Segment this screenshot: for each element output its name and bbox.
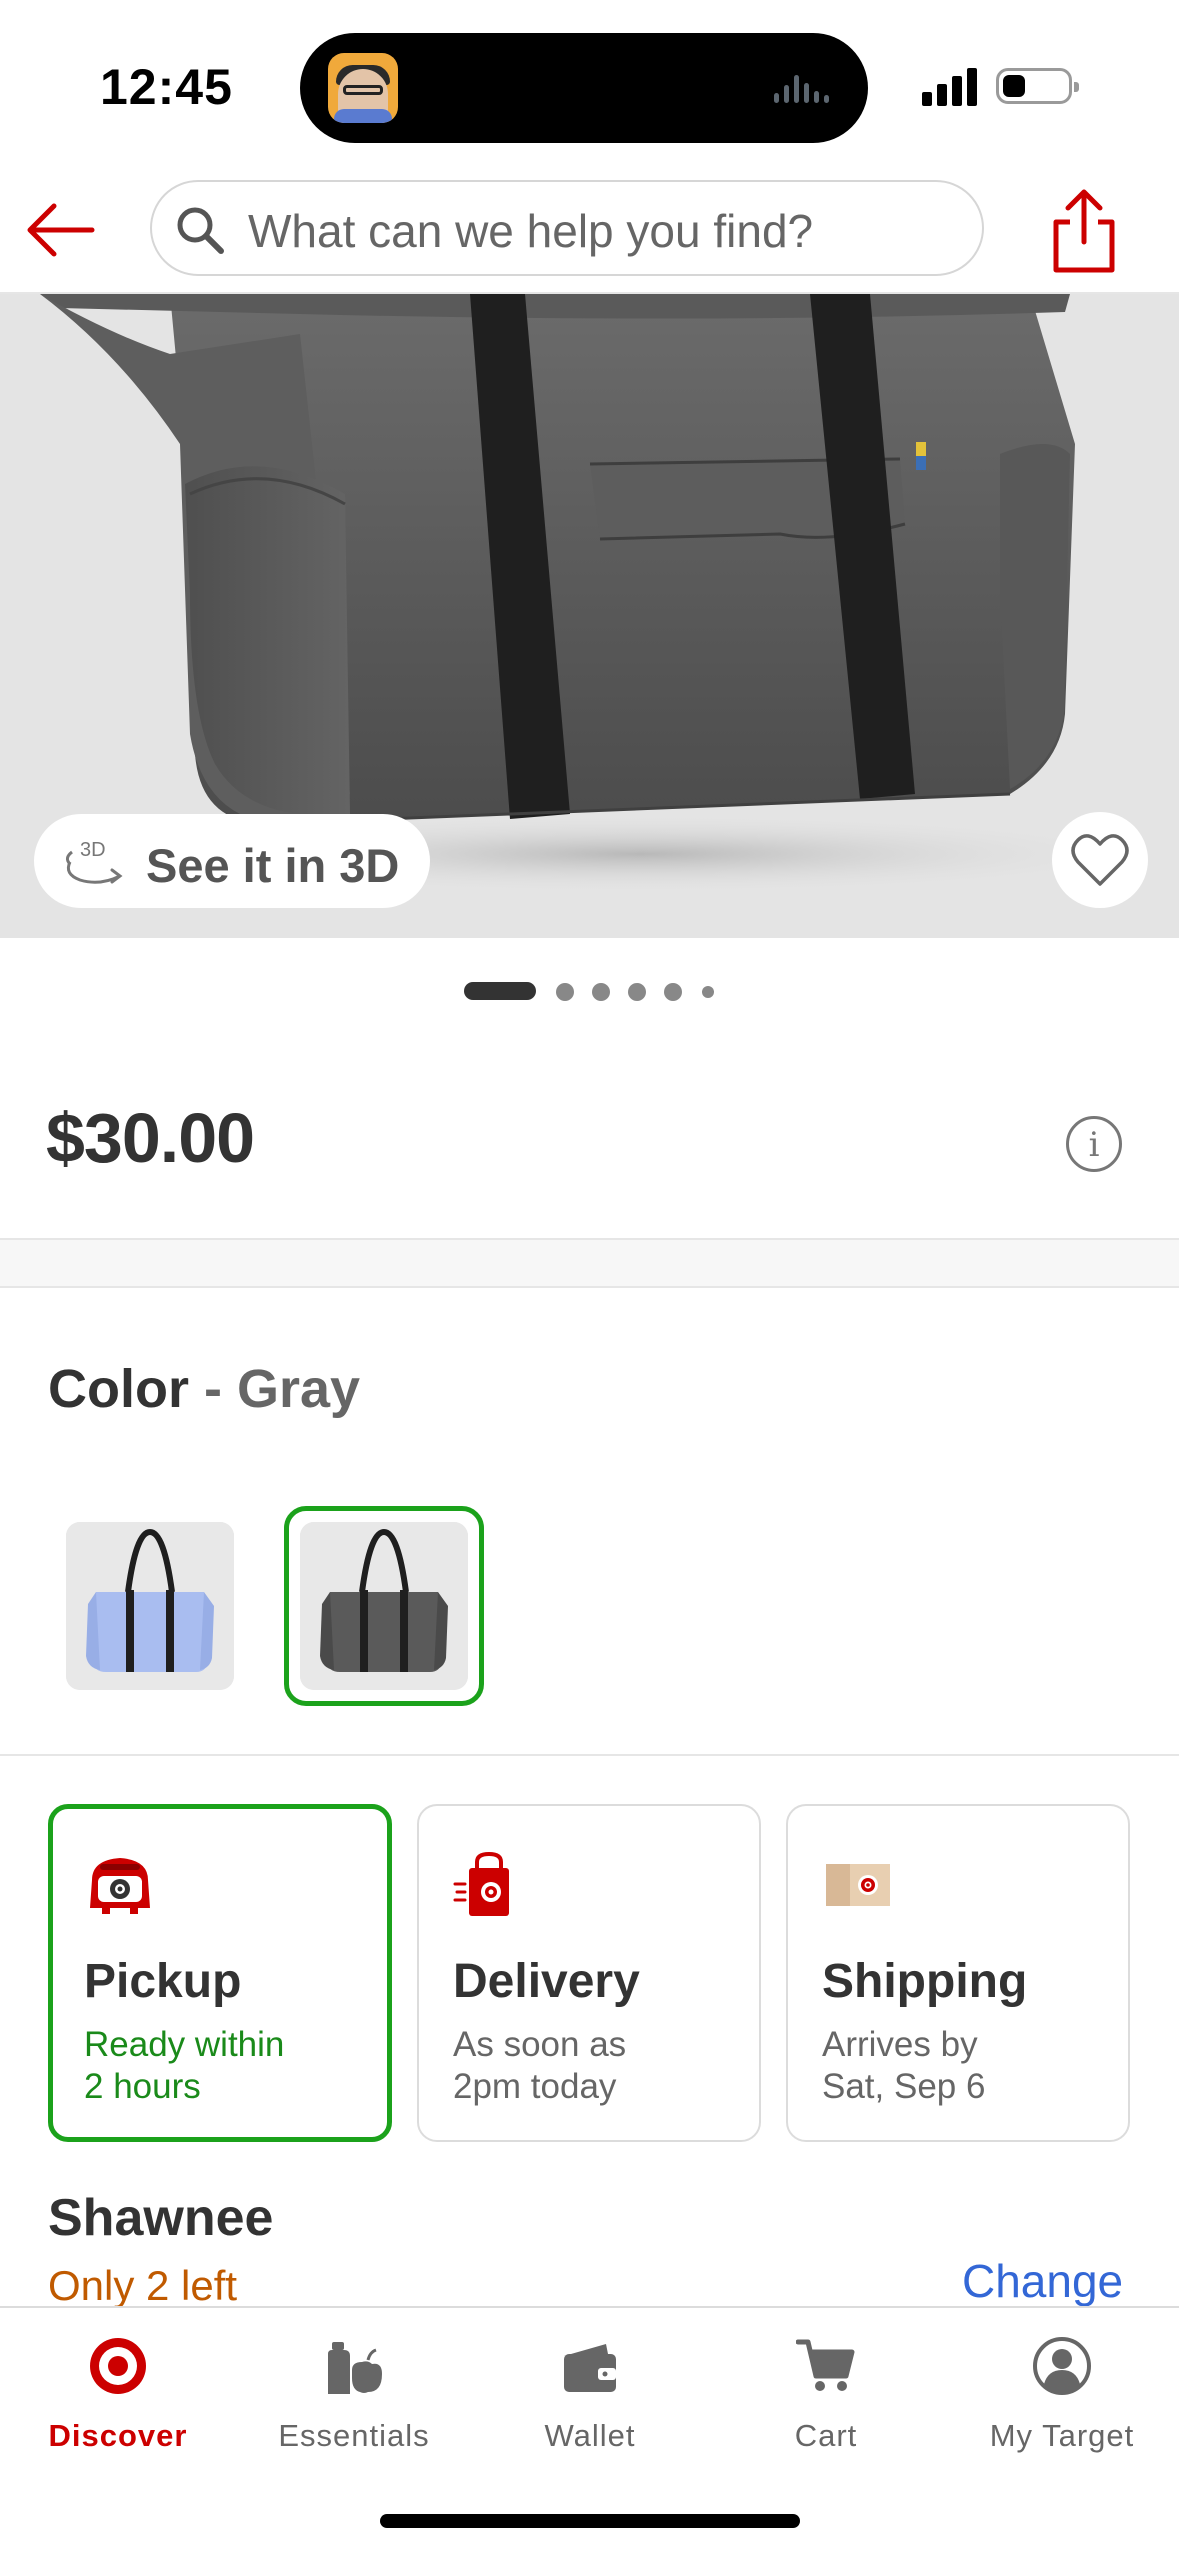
delivery-title: Delivery	[453, 1955, 640, 2008]
back-arrow-icon	[27, 203, 95, 257]
carousel-dot[interactable]	[592, 983, 610, 1001]
tab-my-target[interactable]: My Target	[944, 2330, 1179, 2470]
product-image-carousel[interactable]: 3D See it in 3D	[0, 294, 1179, 938]
pickup-subtitle-line2: 2 hours	[84, 2067, 201, 2106]
stock-status: Only 2 left	[48, 2262, 238, 2309]
essentials-icon	[328, 2342, 382, 2394]
back-button[interactable]	[20, 190, 100, 270]
tab-wallet-label: Wallet	[544, 2418, 636, 2453]
delivery-option-card[interactable]: Delivery As soon as 2pm today	[417, 1804, 761, 2142]
color-separator: -	[189, 1359, 237, 1419]
carousel-dot[interactable]	[702, 986, 714, 998]
top-nav-bar: What can we help you find?	[0, 170, 1179, 294]
status-time: 12:45	[100, 59, 233, 115]
battery-icon	[996, 68, 1079, 104]
tab-essentials-label: Essentials	[278, 2418, 430, 2453]
account-icon	[1033, 2337, 1091, 2395]
audio-waveform-icon	[774, 73, 838, 103]
share-button[interactable]	[1046, 184, 1122, 276]
change-store-link[interactable]: Change	[962, 2254, 1123, 2308]
color-heading: Color - Gray	[48, 1358, 360, 1420]
section-divider-band	[0, 1238, 1179, 1288]
carousel-pagination[interactable]	[0, 980, 1179, 1004]
tab-cart[interactable]: Cart	[708, 2330, 944, 2470]
rotate-3d-icon: 3D	[65, 839, 123, 884]
price-info-button[interactable]: i	[1066, 1116, 1122, 1172]
live-activity-app-icon	[328, 53, 398, 123]
shipping-option-card[interactable]: Shipping Arrives by Sat, Sep 6	[786, 1804, 1130, 2142]
delivery-bag-icon	[453, 1851, 509, 1916]
status-bar: 12:45	[0, 0, 1179, 170]
blue-bag-thumbnail	[66, 1522, 234, 1690]
selected-color-value: Gray	[237, 1359, 361, 1419]
carousel-dot[interactable]	[664, 983, 682, 1001]
shipping-subtitle-line1: Arrives by	[822, 2025, 978, 2064]
carousel-dot[interactable]	[628, 983, 646, 1001]
gray-bag-thumbnail	[300, 1522, 468, 1690]
color-swatch-blue[interactable]	[66, 1522, 234, 1690]
pickup-option-card[interactable]: Pickup Ready within 2 hours	[48, 1804, 392, 2142]
dynamic-island[interactable]	[300, 33, 868, 143]
carousel-dot-active[interactable]	[464, 982, 536, 1000]
pickup-car-icon	[90, 1858, 150, 1914]
search-icon	[177, 207, 224, 254]
color-swatch-gray[interactable]	[300, 1522, 468, 1690]
tab-discover-label: Discover	[48, 2418, 188, 2453]
tab-my-target-label: My Target	[989, 2418, 1135, 2453]
info-icon: i	[1088, 1125, 1100, 1165]
delivery-subtitle-line2: 2pm today	[453, 2067, 617, 2106]
tab-wallet[interactable]: Wallet	[472, 2330, 708, 2470]
carousel-dot[interactable]	[556, 983, 574, 1001]
svg-text:3D: 3D	[80, 839, 106, 861]
favorite-button[interactable]	[1052, 812, 1148, 908]
search-placeholder: What can we help you find?	[248, 205, 814, 257]
delivery-subtitle: As soon as 2pm today	[453, 2024, 743, 2108]
see-in-3d-label: See it in 3D	[146, 839, 400, 892]
tab-discover[interactable]: Discover	[0, 2330, 236, 2470]
target-logo-icon	[90, 2338, 146, 2394]
tab-cart-label: Cart	[794, 2418, 858, 2453]
search-input[interactable]: What can we help you find?	[150, 180, 984, 276]
product-price: $30.00	[46, 1099, 255, 1177]
pickup-store-name: Shawnee	[48, 2189, 274, 2247]
shipping-subtitle: Arrives by Sat, Sep 6	[822, 2024, 1112, 2108]
home-indicator[interactable]	[380, 2514, 800, 2528]
wallet-icon	[564, 2344, 616, 2392]
cellular-signal-icon	[922, 66, 982, 106]
shipping-title: Shipping	[822, 1955, 1028, 2008]
shipping-box-icon	[826, 1864, 890, 1906]
pickup-title: Pickup	[84, 1955, 242, 2008]
pickup-subtitle-line1: Ready within	[84, 2025, 285, 2064]
heart-icon	[1071, 834, 1129, 886]
tab-essentials[interactable]: Essentials	[236, 2330, 472, 2470]
cart-icon	[796, 2339, 855, 2391]
see-in-3d-button[interactable]: 3D See it in 3D	[34, 814, 430, 908]
divider	[0, 1754, 1179, 1756]
pickup-subtitle: Ready within 2 hours	[84, 2024, 374, 2108]
share-icon	[1053, 189, 1115, 273]
shipping-subtitle-line2: Sat, Sep 6	[822, 2067, 986, 2106]
color-label: Color	[48, 1359, 189, 1419]
delivery-subtitle-line1: As soon as	[453, 2025, 627, 2064]
